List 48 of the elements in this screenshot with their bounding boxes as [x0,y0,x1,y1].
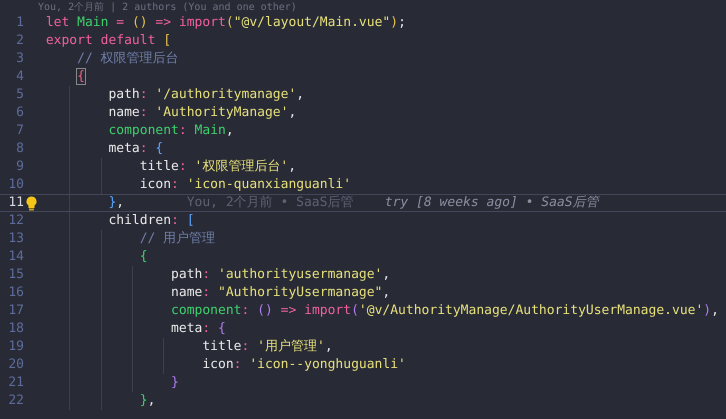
code-line: children: [ [108,213,195,228]
line-number: 20 [7,356,24,374]
line-number: 7 [15,122,24,140]
code-line: title: '用户管理', [202,339,333,354]
code-line: // 权限管理后台 [77,51,179,66]
line-number: 9 [15,158,24,176]
line-number: 16 [7,284,24,302]
code-line: component: () => import('@v/AuthorityManage/AuthorityUserManage.vue'), [171,303,719,318]
line-number: 5 [15,86,24,104]
code-line: { [140,249,148,264]
code-line: // 用户管理 [140,231,216,246]
line-number: 14 [7,248,24,266]
code-line: }, [108,195,124,210]
lightbulb-icon[interactable] [26,196,36,210]
code-line: { [77,69,85,84]
code-line: } [171,375,179,390]
line-number: 22 [7,392,24,410]
code-line: name: 'AuthorityManage', [108,105,296,120]
code-line: }, [140,393,156,408]
line-number: 11 [7,195,24,211]
line-number: 19 [7,338,24,356]
line-number: 10 [7,176,24,194]
code-line: name: "AuthorityUsermanage", [171,285,390,300]
code-line: meta: { [171,321,226,336]
code-line: path: 'authorityusermanage', [171,267,390,282]
code-line: let Main = () => import("@v/layout/Main.vue"); [46,15,406,30]
code-line: export default [ [46,33,172,48]
code-line: meta: { [108,141,164,156]
line-number: 6 [15,104,24,122]
git-blame-annotation: You, 2个月前 • SaaS后管 [186,195,354,210]
line-number: 3 [15,50,24,68]
line-number: 21 [7,374,24,392]
line-number: 8 [15,140,24,158]
code-line: component: Main, [108,123,234,138]
line-number: 1 [15,14,24,32]
code-line: icon: 'icon--yonghuguanli' [202,357,406,372]
code-line: path: '/authoritymanage', [108,87,304,102]
code-line: icon: 'icon-quanxianguanli' [140,177,352,192]
codelens-text[interactable]: You, 2个月前 | 2 authors (You and one other) [38,2,297,13]
line-number: 2 [15,32,24,50]
line-number: 18 [7,320,24,338]
line-number: 4 [15,68,24,86]
line-number: 12 [7,212,24,230]
code-line: title: '权限管理后台', [140,159,296,174]
line-number: 13 [7,230,24,248]
git-blame-hover-text: try [8 weeks ago] • SaaS后管 [384,195,599,210]
line-number: 17 [7,302,24,320]
line-number: 15 [7,266,24,284]
